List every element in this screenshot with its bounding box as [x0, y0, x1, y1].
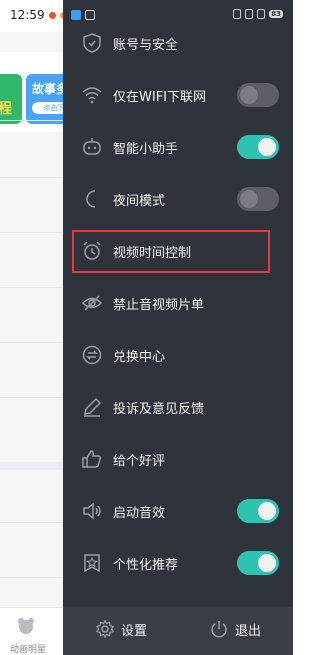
menu-item-feedback[interactable]: 投诉及意见反馈	[63, 382, 293, 432]
menu-item-label: 禁止音视频片单	[113, 298, 205, 313]
settings-label: 设置	[121, 623, 148, 639]
menu-item-startup-sound[interactable]: 启动音效	[63, 486, 293, 536]
toggle-knob	[240, 190, 258, 208]
wifi-icon	[82, 87, 102, 104]
banner-card-green[interactable]: 程	[0, 74, 22, 124]
thumbs-up-icon	[82, 450, 102, 468]
robot-icon	[83, 138, 101, 155]
drawer-footer: 设置 退出	[63, 607, 293, 655]
night-mode-toggle[interactable]	[237, 187, 279, 211]
menu-item-label: 启动音效	[113, 506, 166, 521]
menu-item-wifi-only[interactable]: 仅在WIFI下联网	[63, 70, 293, 120]
menu-item-label: 夜间模式	[113, 194, 166, 209]
menu-item-label: 个性化推荐	[113, 558, 179, 573]
eye-off-icon	[81, 295, 103, 311]
notification-icon	[48, 11, 56, 19]
toggle-knob	[258, 554, 276, 572]
pencil-icon	[84, 397, 102, 417]
startup-sound-toggle[interactable]	[237, 499, 279, 523]
personalized-recommend-toggle[interactable]	[237, 551, 279, 575]
menu-item-account-security[interactable]: 账号与安全	[63, 18, 293, 68]
menu-item-smart-assistant[interactable]: 智能小助手	[63, 122, 293, 172]
menu-item-label: 兑换中心	[113, 350, 166, 365]
battery-icon: 83	[269, 10, 283, 18]
wifi-only-toggle[interactable]	[237, 83, 279, 107]
smart-assistant-toggle[interactable]	[237, 135, 279, 159]
menu-item-label: 投诉及意见反馈	[113, 402, 205, 417]
star-badge-icon	[84, 554, 100, 573]
logout-label: 退出	[235, 623, 262, 639]
power-icon	[211, 621, 227, 638]
toggle-knob	[258, 138, 276, 156]
toggle-knob	[240, 86, 258, 104]
bear-icon[interactable]	[16, 616, 36, 636]
menu-item-label: 给个好评	[113, 454, 166, 469]
menu-item-night-mode[interactable]: 夜间模式	[63, 174, 293, 224]
menu-item-label: 智能小助手	[113, 142, 179, 157]
highlight-box	[72, 230, 270, 273]
menu-item-label: 账号与安全	[113, 38, 179, 53]
toggle-knob	[258, 502, 276, 520]
status-time: 12:59	[10, 8, 45, 22]
moon-icon	[86, 190, 96, 208]
exchange-icon	[82, 345, 102, 365]
menu-item-rate-us[interactable]: 给个好评	[63, 434, 293, 484]
settings-button[interactable]: 设置	[95, 619, 147, 639]
menu-item-personalized-recommend[interactable]: 个性化推荐	[63, 538, 293, 588]
speaker-icon	[83, 502, 101, 520]
gear-icon	[96, 619, 114, 639]
logout-button[interactable]: 退出	[209, 619, 261, 639]
shield-icon	[83, 33, 101, 53]
banner-card-text: 程	[0, 101, 12, 117]
menu-item-label: 仅在WIFI下联网	[113, 90, 206, 105]
menu-item-blocked-playlist[interactable]: 禁止音视频片单	[63, 278, 293, 328]
settings-drawer: 83 账号与安全 仅在WIFI下联网 智能小助手 夜间模式 视频时间控制 禁止音…	[63, 0, 293, 655]
menu-item-redeem-center[interactable]: 兑换中心	[63, 330, 293, 380]
bottom-nav-label: 动画明星	[10, 645, 47, 655]
